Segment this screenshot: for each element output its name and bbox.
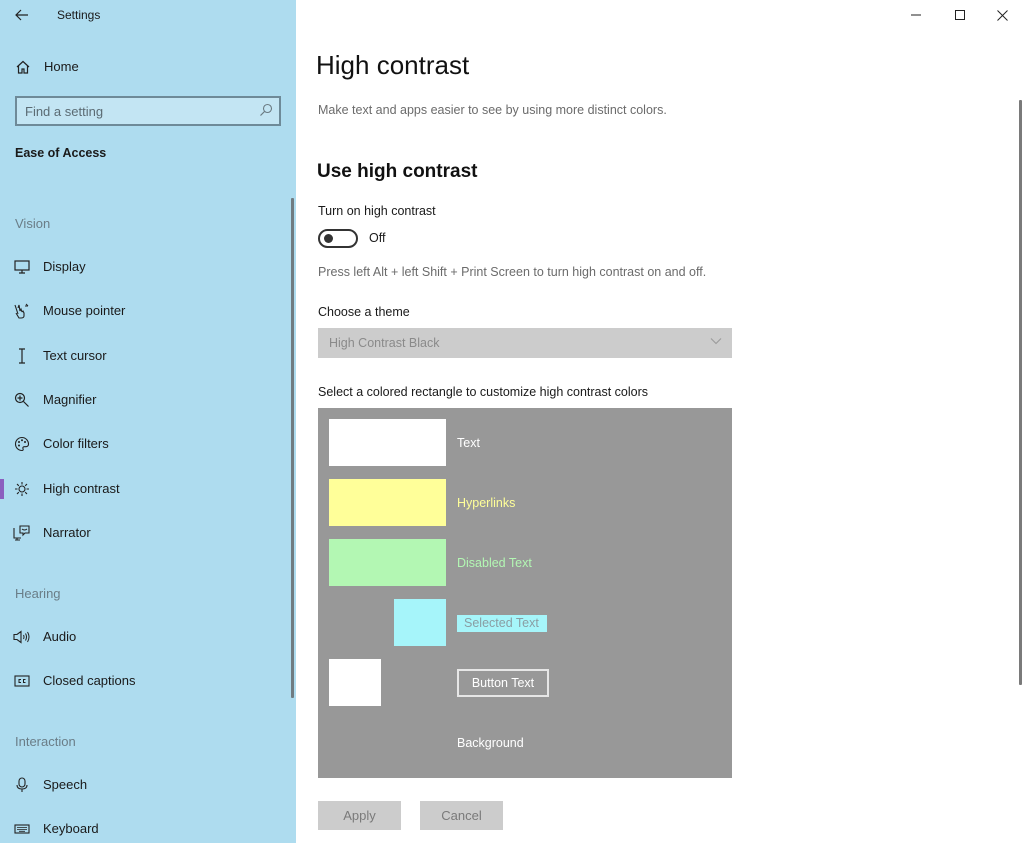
sidebar-item-keyboard[interactable]: Keyboard bbox=[0, 811, 280, 843]
sidebar-item-label: Speech bbox=[43, 777, 88, 792]
cancel-button[interactable]: Cancel bbox=[420, 801, 503, 830]
minimize-icon bbox=[911, 14, 921, 16]
home-icon bbox=[15, 59, 31, 75]
active-indicator bbox=[0, 479, 4, 499]
sidebar-item-label: Text cursor bbox=[43, 348, 107, 363]
sidebar-item-display[interactable]: Display bbox=[0, 249, 280, 285]
search-box[interactable] bbox=[15, 96, 281, 126]
maximize-button[interactable] bbox=[938, 0, 982, 30]
background-color-label[interactable]: Background bbox=[457, 736, 524, 750]
sidebar-item-label: High contrast bbox=[43, 481, 120, 496]
disabled-text-color-swatch[interactable] bbox=[329, 539, 446, 586]
toggle-knob bbox=[324, 234, 333, 243]
theme-label: Choose a theme bbox=[318, 305, 410, 319]
sidebar-item-closed-captions[interactable]: Closed captions bbox=[0, 663, 280, 699]
maximize-icon bbox=[955, 10, 965, 20]
theme-dropdown[interactable]: High Contrast Black bbox=[318, 328, 732, 358]
sidebar-item-magnifier[interactable]: Magnifier bbox=[0, 382, 280, 418]
sidebar-item-audio[interactable]: Audio bbox=[0, 619, 280, 655]
sidebar-item-label: Closed captions bbox=[43, 673, 136, 688]
speaker-icon bbox=[13, 629, 31, 645]
toggle-state: Off bbox=[369, 231, 386, 245]
text-color-label: Text bbox=[457, 436, 480, 450]
hyperlinks-color-label: Hyperlinks bbox=[457, 496, 516, 510]
sidebar-item-high-contrast[interactable]: High contrast bbox=[0, 471, 280, 507]
sidebar-item-label: Mouse pointer bbox=[43, 303, 126, 318]
sidebar-item-home[interactable]: Home bbox=[0, 52, 280, 82]
shortcut-hint: Press left Alt + left Shift + Print Scre… bbox=[318, 265, 707, 279]
sidebar-item-label: Color filters bbox=[43, 436, 109, 451]
search-input[interactable] bbox=[25, 103, 245, 119]
minimize-button[interactable] bbox=[894, 0, 938, 30]
hyperlinks-color-swatch[interactable] bbox=[329, 479, 446, 526]
brightness-icon bbox=[13, 481, 31, 497]
section-heading: Use high contrast bbox=[317, 161, 478, 182]
palette-icon bbox=[13, 436, 31, 452]
sidebar-scrollbar[interactable] bbox=[291, 198, 294, 698]
sidebar-item-label: Keyboard bbox=[43, 821, 99, 836]
sidebar-item-label: Home bbox=[44, 59, 79, 74]
colors-panel: Text Hyperlinks Disabled Text Selected T… bbox=[318, 408, 732, 778]
back-button[interactable] bbox=[12, 4, 32, 26]
close-icon bbox=[996, 9, 1008, 21]
selected-text-color-label[interactable]: Selected Text bbox=[457, 615, 547, 632]
sidebar-item-mouse-pointer[interactable]: Mouse pointer bbox=[0, 293, 280, 329]
magnifier-icon bbox=[13, 392, 31, 408]
monitor-icon bbox=[13, 259, 31, 275]
text-color-swatch[interactable] bbox=[329, 419, 446, 466]
sidebar-item-narrator[interactable]: Narrator bbox=[0, 515, 280, 551]
sidebar: Settings Home Ease of Access Vision Disp… bbox=[0, 0, 296, 843]
sidebar-item-label: Display bbox=[43, 259, 86, 274]
colors-label: Select a colored rectangle to customize … bbox=[318, 385, 649, 399]
sidebar-item-label: Narrator bbox=[43, 525, 91, 540]
chevron-down-icon bbox=[710, 337, 722, 347]
button-text-color-swatch[interactable] bbox=[329, 659, 381, 706]
pointer-hand-icon bbox=[13, 303, 31, 319]
disabled-text-color-label: Disabled Text bbox=[457, 556, 532, 570]
search-icon[interactable] bbox=[259, 103, 273, 117]
page-description: Make text and apps easier to see by usin… bbox=[318, 103, 667, 117]
sidebar-item-speech[interactable]: Speech bbox=[0, 767, 280, 803]
high-contrast-toggle[interactable] bbox=[318, 229, 358, 248]
microphone-icon bbox=[13, 777, 31, 793]
apply-button[interactable]: Apply bbox=[318, 801, 401, 830]
sidebar-item-color-filters[interactable]: Color filters bbox=[0, 426, 280, 462]
keyboard-icon bbox=[13, 821, 31, 837]
app-title: Settings bbox=[57, 8, 101, 22]
text-cursor-icon bbox=[13, 348, 31, 364]
sidebar-item-text-cursor[interactable]: Text cursor bbox=[0, 338, 280, 374]
toggle-label: Turn on high contrast bbox=[318, 204, 436, 218]
button-text-color-label[interactable]: Button Text bbox=[457, 669, 549, 697]
closed-captions-icon bbox=[13, 673, 31, 689]
back-arrow-icon bbox=[15, 9, 28, 21]
sidebar-item-label: Audio bbox=[43, 629, 77, 644]
theme-selected-value: High Contrast Black bbox=[329, 336, 440, 350]
close-button[interactable] bbox=[980, 0, 1024, 30]
main-scrollbar[interactable] bbox=[1019, 100, 1022, 685]
sidebar-item-label: Magnifier bbox=[43, 392, 97, 407]
section-title: Ease of Access bbox=[15, 146, 107, 160]
page-title: High contrast bbox=[316, 50, 470, 80]
selected-text-color-swatch[interactable] bbox=[394, 599, 446, 646]
group-label-hearing: Hearing bbox=[15, 586, 61, 601]
group-label-vision: Vision bbox=[15, 216, 51, 231]
narrator-icon bbox=[13, 525, 31, 541]
group-label-interaction: Interaction bbox=[15, 734, 76, 749]
